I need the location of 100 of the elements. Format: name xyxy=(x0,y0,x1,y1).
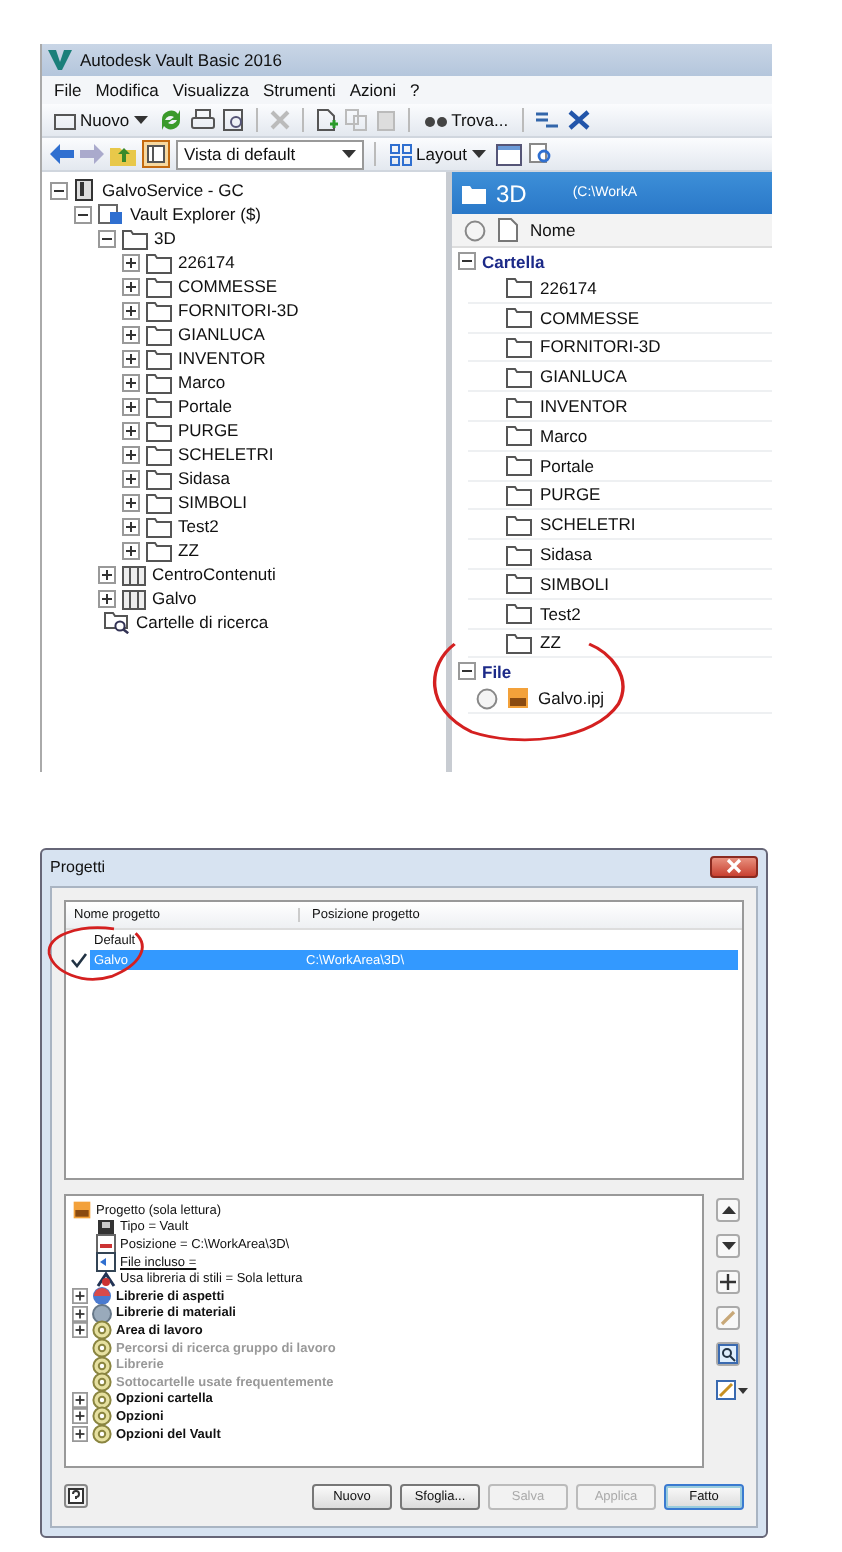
file-name[interactable]: Sidasa xyxy=(540,544,592,565)
grid-icon xyxy=(390,143,412,165)
file-name[interactable]: Test2 xyxy=(540,603,581,624)
tree-item[interactable]: PURGE xyxy=(178,420,239,440)
tree-item[interactable]: Vault Explorer ($) xyxy=(130,204,262,224)
tree-toggle[interactable] xyxy=(72,1305,88,1322)
close-button[interactable] xyxy=(710,855,758,877)
tree-toggle[interactable] xyxy=(122,397,140,415)
tree-toggle[interactable] xyxy=(122,517,140,535)
add-button[interactable] xyxy=(716,1270,740,1294)
tree-item[interactable]: CentroContenuti xyxy=(152,564,276,584)
file-name[interactable]: Marco xyxy=(540,425,588,446)
tree-item[interactable]: FORNITORI-3D xyxy=(178,300,299,320)
tree-toggle[interactable] xyxy=(122,421,140,439)
tree-toggle[interactable] xyxy=(122,253,140,271)
view-dropdown[interactable]: Vista di default xyxy=(176,139,364,169)
group-toggle[interactable] xyxy=(458,662,476,681)
tree-toggle[interactable] xyxy=(122,349,140,367)
menu-item[interactable]: File xyxy=(54,80,82,100)
file-name[interactable]: FORNITORI-3D xyxy=(540,336,661,357)
tree-item[interactable]: GalvoService - GC xyxy=(102,180,244,200)
layout-button[interactable]: Layout xyxy=(386,140,490,168)
menu-item[interactable]: Azioni xyxy=(349,80,397,100)
menu-item[interactable]: ? xyxy=(410,80,420,100)
tree-item[interactable]: Sidasa xyxy=(178,468,230,488)
file-name[interactable]: Galvo.ipj xyxy=(538,688,605,709)
options-icon xyxy=(92,1372,112,1393)
tree-item[interactable]: INVENTOR xyxy=(178,348,266,368)
printer-icon[interactable] xyxy=(189,108,216,132)
tree-item[interactable]: Galvo xyxy=(152,588,197,608)
tree-toggle[interactable] xyxy=(50,181,68,199)
tree-toggle[interactable] xyxy=(72,1322,88,1339)
group-toggle[interactable] xyxy=(458,252,476,270)
preview-icon[interactable] xyxy=(221,108,246,132)
tree-item[interactable]: 3D xyxy=(154,228,176,248)
file-name[interactable]: COMMESSE xyxy=(540,307,640,328)
folder-icon xyxy=(506,454,532,477)
column-header[interactable]: Nome xyxy=(452,214,772,248)
tree-item[interactable]: COMMESSE xyxy=(178,276,278,296)
tree-item[interactable]: GIANLUCA xyxy=(178,324,265,344)
tree-toggle[interactable] xyxy=(98,589,116,607)
tree-toggle[interactable] xyxy=(122,277,140,295)
folder-icon xyxy=(506,395,532,418)
file-name[interactable]: SIMBOLI xyxy=(540,573,609,594)
sphere-icon xyxy=(92,1286,112,1307)
file-name[interactable]: Portale xyxy=(540,455,594,476)
tree-item[interactable]: 226174 xyxy=(178,252,235,272)
tree-toggle[interactable] xyxy=(122,541,140,559)
tree-toggle[interactable] xyxy=(72,1408,88,1425)
file-name[interactable]: PURGE xyxy=(540,484,601,505)
file-name[interactable]: INVENTOR xyxy=(540,396,628,417)
menu-item[interactable]: Strumenti xyxy=(262,80,336,100)
tree-toggle[interactable] xyxy=(122,373,140,391)
document-icon xyxy=(96,1234,116,1255)
new-file-icon[interactable] xyxy=(313,108,338,132)
frame-icon xyxy=(54,111,76,129)
folder-icon xyxy=(506,602,532,625)
folder-icon xyxy=(122,227,148,249)
folder-icon xyxy=(146,515,172,537)
tree-item[interactable]: Cartelle di ricerca xyxy=(136,612,269,632)
tree-toggle[interactable] xyxy=(122,445,140,463)
tree-toggle[interactable] xyxy=(122,493,140,511)
help-button[interactable] xyxy=(64,1484,88,1508)
folder-icon xyxy=(506,306,532,329)
tree-item[interactable]: Test2 xyxy=(178,516,219,536)
tree-toggle[interactable] xyxy=(122,469,140,487)
menu-item[interactable]: Modifica xyxy=(95,80,159,100)
new-button[interactable]: Nuovo xyxy=(50,106,152,134)
move-down-button[interactable] xyxy=(716,1234,740,1258)
search-button[interactable] xyxy=(716,1342,740,1366)
tree-toggle[interactable] xyxy=(98,229,116,247)
search-icon[interactable] xyxy=(527,142,554,166)
find-button[interactable]: Trova... xyxy=(419,106,513,134)
tree-toggle[interactable] xyxy=(72,1288,88,1305)
edit-dropdown-button[interactable] xyxy=(716,1378,748,1402)
tree-toggle[interactable] xyxy=(74,205,92,223)
tree-item[interactable]: Portale xyxy=(178,396,232,416)
back-arrow-icon[interactable] xyxy=(50,144,74,164)
tree-item[interactable]: Marco xyxy=(178,372,226,392)
folder-up-icon[interactable] xyxy=(110,143,136,165)
tree-toggle[interactable] xyxy=(122,325,140,343)
folder-icon xyxy=(146,419,172,441)
window-icon[interactable] xyxy=(495,143,522,165)
tree-item[interactable]: SIMBOLI xyxy=(178,492,247,512)
file-name[interactable]: SCHELETRI xyxy=(540,514,636,535)
tree-item[interactable]: ZZ xyxy=(178,540,199,560)
tree-toggle[interactable] xyxy=(72,1391,88,1408)
refresh-icon[interactable] xyxy=(157,108,184,132)
file-name[interactable]: GIANLUCA xyxy=(540,366,627,387)
tree-toggle[interactable] xyxy=(122,301,140,319)
tree-toggle[interactable] xyxy=(98,565,116,583)
file-name[interactable]: 226174 xyxy=(540,277,597,298)
tree-toggle[interactable] xyxy=(72,1426,88,1443)
tree-item[interactable]: SCHELETRI xyxy=(178,444,274,464)
cross-icon[interactable] xyxy=(566,108,593,132)
menu-item[interactable]: Visualizza xyxy=(172,80,249,100)
pane-toggle-icon[interactable] xyxy=(142,140,170,168)
file-name[interactable]: ZZ xyxy=(540,632,561,653)
move-up-button[interactable] xyxy=(716,1198,740,1222)
project-file-icon xyxy=(72,1200,92,1221)
